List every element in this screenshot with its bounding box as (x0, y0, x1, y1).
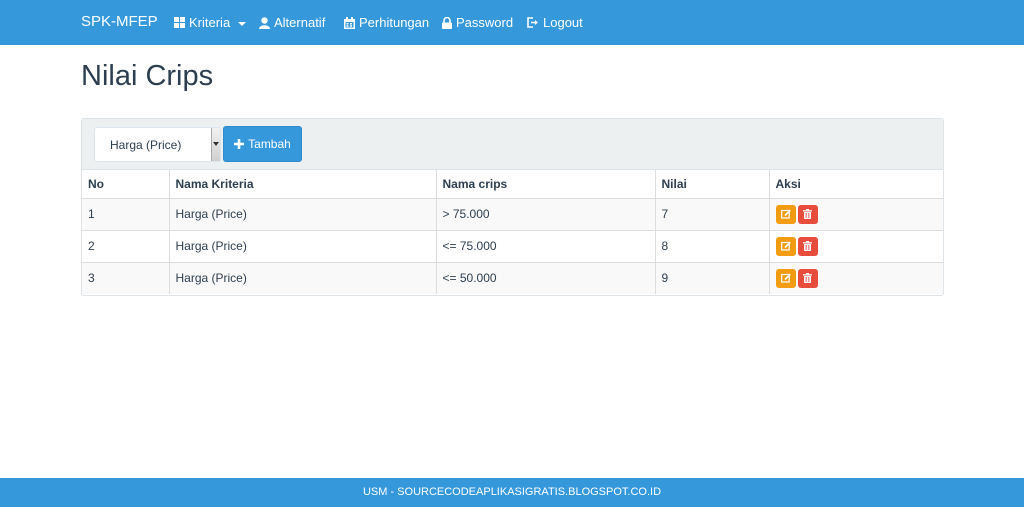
cell-nilai: 7 (654, 197, 769, 230)
trash-icon (803, 273, 812, 284)
edit-button[interactable] (775, 204, 796, 224)
trash-icon (803, 241, 812, 251)
cell-kriteria: Harga (Price) (168, 229, 436, 262)
navbar: SPK-MFEP Kriteria Alternatif Perhitungan… (0, 0, 1024, 45)
edit-button[interactable] (775, 268, 796, 288)
add-button-label: Tambah (248, 137, 291, 151)
calendar-icon (344, 16, 355, 29)
nav-perhitungan-label: Perhitungan (359, 15, 430, 30)
add-button[interactable]: Tambah (223, 126, 302, 162)
brand-link[interactable]: SPK-MFEP (81, 13, 158, 30)
edit-icon (780, 273, 791, 283)
cell-crips: > 75.000 (435, 197, 655, 230)
table-row: 1 Harga (Price) > 75.000 7 (82, 197, 943, 230)
log-out-icon (527, 17, 538, 28)
cell-crips: <= 50.000 (435, 261, 655, 294)
table-header-row: No Nama Kriteria Nama crips Nilai Aksi (82, 170, 943, 198)
edit-icon (780, 241, 791, 251)
cell-aksi (768, 197, 943, 230)
cell-no: 2 (82, 229, 169, 262)
header-aksi: Aksi (768, 170, 943, 198)
nav-logout-label: Logout (543, 15, 583, 30)
cell-crips: <= 75.000 (435, 229, 655, 262)
kriteria-select-value: Harga (Price) (110, 138, 182, 152)
user-icon (259, 16, 270, 29)
crips-panel: Harga (Price) Tambah No Nama Kriteria Na… (81, 118, 944, 296)
delete-button[interactable] (797, 236, 818, 256)
trash-icon (803, 209, 812, 219)
edit-button[interactable] (775, 236, 796, 256)
cell-no: 3 (82, 261, 169, 294)
header-nama-kriteria: Nama Kriteria (168, 170, 436, 198)
panel-toolbar: Harga (Price) Tambah (82, 119, 943, 170)
nav-alternatif[interactable]: Alternatif (259, 15, 325, 30)
cell-aksi (768, 261, 943, 294)
crips-table: No Nama Kriteria Nama crips Nilai Aksi 1… (82, 170, 943, 294)
cell-no: 1 (82, 197, 169, 230)
select-arrow-icon (211, 128, 220, 161)
nav-password-label: Password (456, 15, 514, 30)
nav-kriteria-label: Kriteria (189, 15, 231, 30)
plus-icon (234, 139, 245, 149)
nav-password[interactable]: Password (442, 15, 513, 30)
nav-kriteria-dropdown[interactable]: Kriteria (174, 15, 247, 30)
kriteria-select[interactable]: Harga (Price) (94, 127, 221, 162)
caret-down-icon (238, 21, 247, 26)
cell-nilai: 8 (654, 229, 769, 262)
header-nilai: Nilai (654, 170, 769, 198)
delete-button[interactable] (797, 268, 818, 288)
table-row: 2 Harga (Price) <= 75.000 8 (82, 229, 943, 262)
th-large-icon (174, 17, 185, 28)
nav-perhitungan[interactable]: Perhitungan (344, 15, 429, 30)
edit-icon (780, 209, 791, 219)
delete-button[interactable] (797, 204, 818, 224)
header-no: No (88, 176, 104, 191)
footer: USM - SOURCECODEAPLIKASIGRATIS.BLOGSPOT.… (0, 478, 1024, 507)
nav-logout[interactable]: Logout (527, 15, 583, 30)
table-row: 3 Harga (Price) <= 50.000 9 (82, 261, 943, 294)
lock-icon (442, 16, 452, 29)
page-title: Nilai Crips (81, 60, 214, 92)
nav-alternatif-label: Alternatif (274, 15, 326, 30)
cell-nilai: 9 (654, 261, 769, 294)
header-nama-crips: Nama crips (435, 170, 655, 198)
cell-kriteria: Harga (Price) (168, 197, 436, 230)
cell-kriteria: Harga (Price) (168, 261, 436, 294)
cell-aksi (768, 229, 943, 262)
